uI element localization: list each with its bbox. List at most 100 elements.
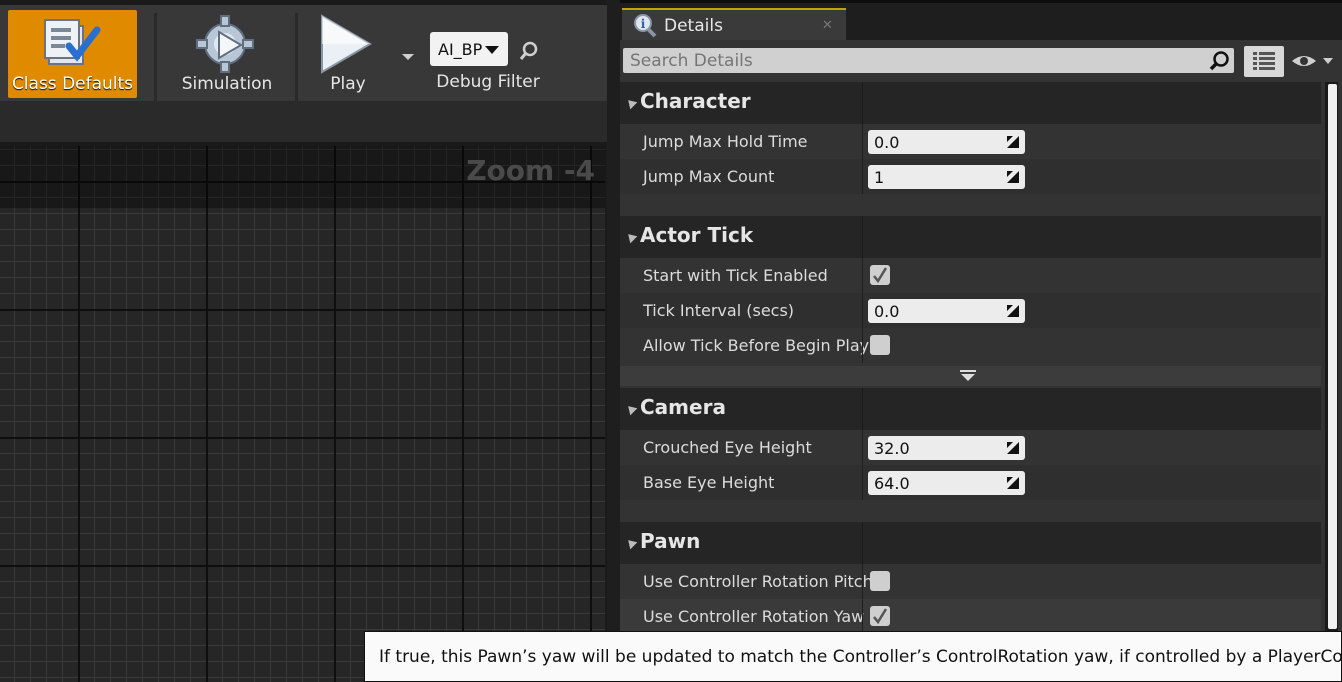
numeric-value: 32.0 (874, 439, 910, 458)
column-separator (862, 328, 863, 363)
search-icon[interactable] (519, 41, 539, 61)
property-row-use-controller-rotation-pitch: Use Controller Rotation Pitch (620, 564, 1321, 599)
collapse-arrow-icon (624, 536, 638, 550)
allow-tick-before-begin-play-checkbox[interactable] (870, 335, 890, 355)
property-row-base-eye-height: Base Eye Height 64.0 (620, 465, 1321, 500)
close-icon[interactable]: ✕ (822, 18, 833, 33)
category-title: Camera (640, 395, 726, 419)
property-label: Start with Tick Enabled (643, 266, 828, 285)
zoom-level-label: Zoom -4 (466, 154, 595, 187)
debug-object-value: AI_BP (438, 40, 483, 59)
category-title: Actor Tick (640, 223, 754, 247)
details-tab-title: Details (664, 16, 723, 36)
debug-filter-label: Debug Filter (436, 72, 540, 92)
property-row-use-controller-rotation-yaw: Use Controller Rotation Yaw (620, 599, 1321, 634)
column-separator (862, 258, 863, 293)
property-row-crouched-eye-height: Crouched Eye Height 32.0 (620, 430, 1321, 465)
category-actor-tick[interactable]: Actor Tick (620, 216, 1321, 258)
property-label: Jump Max Hold Time (643, 132, 808, 151)
drag-handle-icon[interactable] (1007, 477, 1019, 489)
collapse-arrow-icon (624, 402, 638, 416)
jump-max-hold-time-input[interactable]: 0.0 (868, 130, 1025, 154)
collapse-arrow-icon (624, 96, 638, 110)
column-separator (862, 599, 863, 634)
tab-details[interactable]: i Details ✕ (622, 8, 846, 43)
simulation-button[interactable]: Simulation (162, 10, 292, 98)
property-row-tick-interval: Tick Interval (secs) 0.0 (620, 293, 1321, 328)
column-separator (862, 293, 863, 328)
category-title: Character (640, 89, 751, 113)
play-button[interactable]: Play (300, 10, 396, 98)
property-label: Use Controller Rotation Yaw (643, 607, 865, 626)
column-separator (862, 82, 863, 124)
toolbar-separator (154, 13, 157, 101)
svg-text:i: i (641, 17, 646, 31)
category-camera[interactable]: Camera (620, 388, 1321, 430)
tick-interval-input[interactable]: 0.0 (868, 299, 1025, 323)
column-separator (862, 159, 863, 194)
column-separator (862, 388, 863, 430)
details-panel: Character Jump Max Hold Time 0.0 Jump Ma… (620, 40, 1342, 682)
use-controller-rotation-pitch-checkbox[interactable] (870, 571, 890, 591)
checkmark-icon (873, 267, 887, 283)
play-icon (321, 14, 372, 74)
property-row-start-with-tick-enabled: Start with Tick Enabled (620, 258, 1321, 293)
advanced-properties-expander[interactable] (620, 366, 1321, 386)
base-eye-height-input[interactable]: 64.0 (868, 471, 1025, 495)
drag-handle-icon[interactable] (1007, 136, 1019, 148)
property-tooltip: If true, this Pawn’s yaw will be updated… (364, 631, 1342, 682)
category-pawn[interactable]: Pawn (620, 522, 1321, 564)
property-label: Base Eye Height (643, 473, 775, 492)
numeric-value: 0.0 (874, 133, 900, 152)
numeric-value: 0.0 (874, 302, 900, 321)
category-title: Pawn (640, 529, 701, 553)
drag-handle-icon[interactable] (1007, 442, 1019, 454)
use-controller-rotation-yaw-checkbox[interactable] (870, 606, 890, 626)
class-defaults-label: Class Defaults (11, 74, 134, 94)
column-separator (862, 564, 863, 599)
details-property-list: Character Jump Max Hold Time 0.0 Jump Ma… (620, 82, 1321, 672)
property-label: Tick Interval (secs) (643, 301, 795, 320)
property-row-jump-max-hold-time: Jump Max Hold Time 0.0 (620, 124, 1321, 159)
graph-breadcrumb-bar (0, 101, 607, 142)
crouched-eye-height-input[interactable]: 32.0 (868, 436, 1025, 460)
search-details-input[interactable] (623, 48, 1200, 73)
property-row-allow-tick-before-begin-play: Allow Tick Before Begin Play (620, 328, 1321, 364)
numeric-value: 64.0 (874, 474, 910, 493)
details-scrollbar[interactable] (1325, 82, 1338, 676)
numeric-value: 1 (874, 168, 885, 187)
column-separator (862, 216, 863, 258)
search-details-box[interactable] (623, 48, 1234, 73)
start-with-tick-enabled-checkbox[interactable] (870, 265, 890, 285)
debug-object-select[interactable]: AI_BP (430, 32, 508, 66)
simulation-label: Simulation (181, 74, 273, 94)
event-graph-canvas[interactable]: Zoom -4 (0, 146, 605, 682)
drag-handle-icon[interactable] (1007, 171, 1019, 183)
toolbar-separator (295, 13, 298, 101)
drag-handle-icon[interactable] (1007, 305, 1019, 317)
column-separator (862, 465, 863, 500)
property-label: Allow Tick Before Begin Play (643, 336, 870, 355)
jump-max-count-input[interactable]: 1 (868, 165, 1025, 189)
play-label: Play (330, 74, 366, 94)
column-separator (862, 430, 863, 465)
property-label: Use Controller Rotation Pitch (643, 572, 873, 591)
class-defaults-icon (44, 19, 101, 65)
class-defaults-button[interactable]: Class Defaults (8, 10, 137, 98)
column-separator (862, 522, 863, 564)
property-row-jump-max-count: Jump Max Count 1 (620, 159, 1321, 194)
play-options-caret-icon[interactable] (400, 49, 416, 65)
panel-splitter[interactable] (607, 0, 620, 682)
collapse-arrow-icon (624, 230, 638, 244)
eye-icon[interactable] (1290, 52, 1336, 70)
scrollbar-thumb[interactable] (1328, 84, 1337, 629)
category-character[interactable]: Character (620, 82, 1321, 124)
property-matrix-button[interactable] (1244, 46, 1284, 77)
property-label: Jump Max Count (643, 167, 775, 186)
simulation-icon (196, 15, 254, 73)
search-icon[interactable] (1208, 50, 1230, 72)
property-label: Crouched Eye Height (643, 438, 812, 457)
info-magnifier-icon: i (634, 14, 657, 38)
blueprint-toolbar: Class Defaults Simulation Play AI_BP Deb… (0, 5, 607, 101)
details-tab-bar: i Details ✕ (620, 0, 1342, 43)
